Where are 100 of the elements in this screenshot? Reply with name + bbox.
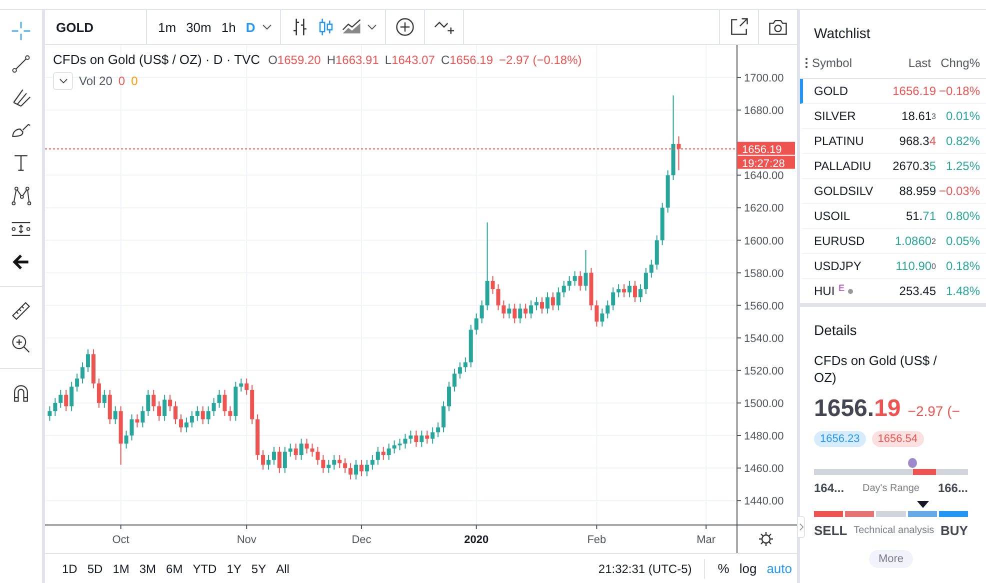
range-button[interactable]: 5Y [246,562,272,576]
price-axis-label: 1700.00 [744,72,784,85]
change-value: −2.97 (−0.18%) [499,52,582,66]
range-button[interactable]: 1M [108,562,134,576]
change-percent: −0.18% [938,84,980,98]
volume-value: 0 [131,74,138,88]
range-button[interactable]: 3M [134,562,162,576]
watchlist-row[interactable]: PLATINU 968.34 0.82% [800,129,986,154]
caret-icon[interactable] [367,24,378,30]
ohlc-value: O1659.20 [268,52,321,66]
column-header[interactable]: Symbol [812,56,869,70]
change-percent: 0.05% [944,234,980,248]
change-percent: 0.18% [944,259,980,273]
sell-label: SELL [814,523,848,538]
range-button[interactable]: All [271,562,294,576]
price-axis-label: 1640.00 [744,170,784,182]
crosshair-icon[interactable] [10,20,32,42]
change-percent: 0.82% [944,134,980,148]
ruler-icon[interactable] [10,300,32,322]
symbol-text: PALLADIU [814,159,872,173]
status-dot [848,288,853,294]
countdown-tag: 19:27:28 [737,156,795,170]
add-circle-icon[interactable] [394,16,416,38]
pattern-icon[interactable] [10,185,32,207]
collapse-tab[interactable] [797,516,805,538]
symbol-text: USDJPY [814,259,862,273]
column-header[interactable]: Chng% [931,56,980,70]
scale-option[interactable]: % [712,561,734,576]
clock: 21:32:31 (UTC-5) [598,562,692,576]
column-header[interactable]: Last [869,56,931,70]
range-button[interactable]: 5D [82,562,108,576]
price-axis-label: 1580.00 [744,268,784,280]
symbol-text: USOIL [814,209,850,223]
caret-icon[interactable] [262,24,272,30]
symbol-text: HUI [814,284,835,298]
settings-icon[interactable] [758,531,774,547]
caret-icon [58,78,68,84]
watchlist-row[interactable]: USOIL 51.71 0.80% [800,204,986,229]
range-button[interactable]: 6M [161,562,188,576]
range-high: 166... [938,481,968,495]
popout-icon[interactable] [728,16,750,38]
range-button[interactable]: 1D [57,562,82,576]
panel-title: Details [814,321,858,338]
price-axis-label: 1500.00 [744,398,784,410]
instrument-name: CFDs on Gold (US$ / OZ) [814,352,938,386]
pointer-icon [917,501,930,508]
symbol-text: EURUSD [814,234,865,248]
drag-handle-icon[interactable] [805,57,808,69]
interval-button[interactable]: 1m [155,20,180,34]
watchlist-row[interactable]: SILVER 18.613 0.01% [800,104,986,129]
watchlist-row[interactable]: GOLDSILV 88.959 −0.03% [800,179,986,204]
scale-option[interactable]: log [734,561,762,576]
last-price: 253.45 [898,284,936,298]
watchlist-row[interactable]: EURUSD 1.08602 0.05% [800,229,986,254]
price-axis-label: 1680.00 [744,105,784,118]
symbol-field[interactable]: GOLD [45,10,147,44]
change-percent: 1.48% [944,284,980,298]
last-price: 968.34 [898,134,936,148]
zoom-in-icon[interactable] [10,333,32,355]
interval-button[interactable]: 1h [218,20,239,34]
time-axis-label: Oct [112,534,130,546]
price-axis-label: 1460.00 [744,463,784,476]
change-percent: −0.03% [938,184,980,198]
ref-line-label: 1656.19 [742,144,782,156]
watchlist-row[interactable]: GOLD 1656.19 −0.18% [800,79,986,104]
time-axis-label: Feb [587,534,606,546]
buy-label: BUY [940,523,968,538]
price-axis-label: 1520.00 [744,365,784,378]
change-percent: 0.01% [944,109,980,123]
price-axis-label: 1480.00 [744,430,784,442]
watchlist-row[interactable]: PALLADIU 2670.35 1.25% [800,154,986,179]
last-price: 1656.19 [892,84,936,98]
range-button[interactable]: YTD [188,562,222,576]
last-price: 110.900 [894,259,936,273]
symbol-text: PLATINU [814,134,864,148]
bid-price: 1656.23 [814,431,866,447]
volume-label: Vol 20 [79,74,112,88]
price-axis-label: 1600.00 [744,235,784,248]
panel-title: Watchlist [813,24,872,43]
time-axis-label: 2020 [464,534,489,546]
price-axis-label: 1560.00 [744,300,784,312]
last-price: 88.959 [898,184,936,198]
last-price: 2670.35 [892,159,936,173]
symbol-text: GOLD [814,84,848,98]
ask-price: 1656.54 [872,431,924,447]
interval-button[interactable]: 30m [183,20,214,34]
chevron-icon [798,523,804,531]
range-button[interactable]: 1Y [222,562,246,576]
watchlist-row[interactable]: USDJPY 110.900 0.18% [800,254,986,279]
chart-title: CFDs on Gold (US$ / OZ) · D · TVC [53,52,260,67]
change-percent: 1.25% [944,159,980,173]
ohlc-value: H1663.91 [326,52,379,66]
range-low: 164... [814,481,844,495]
analysis-label: Technical analysis [854,525,934,536]
last-price: 18.613 [900,109,936,123]
event-label: E [838,284,845,292]
change-value: −2.97 (− [908,403,960,419]
trend-line-icon[interactable] [10,53,32,75]
time-axis-label: Dec [352,534,372,546]
more-button[interactable]: More [869,550,913,568]
